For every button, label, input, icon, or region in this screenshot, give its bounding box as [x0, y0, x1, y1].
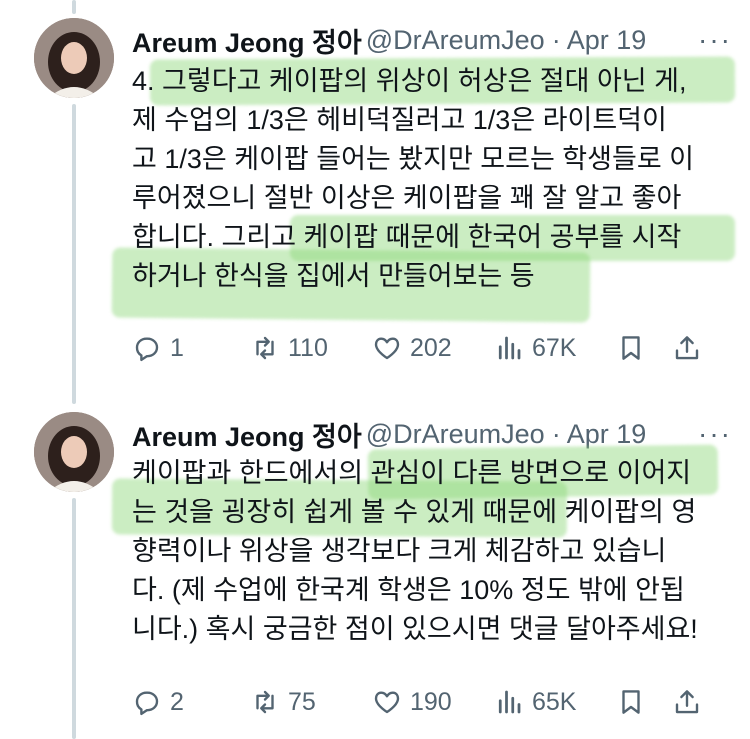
separator: · [551, 24, 561, 55]
separator: · [551, 418, 561, 449]
retweet-count: 75 [288, 687, 316, 716]
reply-icon [135, 337, 159, 362]
reply-button[interactable]: 2 [132, 687, 250, 717]
share-icon [675, 690, 699, 714]
avatar-photo-icon [34, 18, 114, 98]
tweet-line: 향력이나 위상을 생각보다 크게 체감하고 있습니 [132, 536, 667, 566]
bookmark-icon [622, 336, 640, 360]
avatar[interactable] [34, 18, 114, 98]
tweet-actions: 1 110 202 67K [132, 328, 722, 368]
like-icon [374, 337, 400, 360]
author-handle[interactable]: @DrAreumJeong [366, 419, 546, 450]
views-icon [498, 336, 521, 360]
bookmark-button[interactable] [616, 333, 672, 363]
reply-button[interactable]: 1 [132, 333, 250, 363]
share-button[interactable] [672, 333, 710, 363]
bookmark-button[interactable] [616, 687, 672, 717]
author-name[interactable]: Areum Jeong 정아 [132, 22, 362, 58]
retweet-count: 110 [288, 333, 328, 362]
like-count: 190 [410, 687, 452, 716]
tweet-line: 루어졌으니 절반 이상은 케이팝을 꽤 잘 알고 좋아 [132, 183, 682, 213]
tweet[interactable]: Areum Jeong 정아 @DrAreumJeong · Apr 19 ··… [0, 392, 750, 739]
tweet-line: 고 1/3은 케이팝 들어는 봤지만 모르는 학생들로 이 [132, 144, 695, 174]
views-count: 65K [532, 687, 577, 716]
views-icon [498, 690, 521, 714]
share-button[interactable] [672, 687, 710, 717]
avatar[interactable] [34, 412, 114, 492]
tweet-actions: 2 75 190 65K [132, 682, 722, 722]
like-button[interactable]: 190 [372, 687, 494, 717]
tweet[interactable]: Areum Jeong 정아 @DrAreumJeong · Apr 19 ··… [0, 0, 750, 390]
timestamp[interactable]: Apr 19 [567, 25, 647, 56]
avatar-photo-icon [34, 412, 114, 492]
author-name[interactable]: Areum Jeong 정아 [132, 416, 362, 452]
tweet-text: 케이팝과 한드에서의 관심이 다른 방면으로 이어지 는 것을 굉장히 쉽게 볼… [132, 454, 732, 649]
tweet-line: 는 것을 굉장히 쉽게 볼 수 있게 때문에 케이팝의 영 [132, 497, 697, 527]
tweet-line: 하거나 한식을 집에서 만들어보는 등 [132, 261, 535, 291]
retweet-icon [256, 336, 274, 360]
tweet-line: 합니다. 그리고 케이팝 때문에 한국어 공부를 시작 [132, 222, 682, 252]
like-count: 202 [410, 333, 452, 362]
like-icon [374, 691, 400, 714]
retweet-button[interactable]: 110 [250, 333, 372, 363]
tweet-header: Areum Jeong 정아 @DrAreumJeong · Apr 19 ··… [132, 416, 732, 452]
author-handle[interactable]: @DrAreumJeong [366, 25, 546, 56]
tweet-header: Areum Jeong 정아 @DrAreumJeong · Apr 19 ··… [132, 22, 732, 58]
reply-icon [135, 691, 159, 716]
tweet-line: 니다.) 혹시 궁금한 점이 있으시면 댓글 달아주세요! [132, 614, 698, 644]
tweet-line: 4. 그렇다고 케이팝의 위상이 허상은 절대 아닌 게, [132, 66, 687, 96]
like-button[interactable]: 202 [372, 333, 494, 363]
reply-count: 1 [170, 333, 184, 362]
tweet-line: 케이팝과 한드에서의 관심이 다른 방면으로 이어지 [132, 458, 692, 488]
tweet-text: 4. 그렇다고 케이팝의 위상이 허상은 절대 아닌 게, 제 수업의 1/3은… [132, 62, 732, 296]
timestamp[interactable]: Apr 19 [567, 419, 647, 450]
retweet-button[interactable]: 75 [250, 687, 372, 717]
bookmark-icon [622, 690, 640, 714]
tweet-line: 제 수업의 1/3은 헤비덕질러고 1/3은 라이트덕이 [132, 105, 667, 135]
tweet-line: 다. (제 수업에 한국계 학생은 10% 정도 밖에 안됩 [132, 575, 685, 605]
more-options-icon[interactable]: ··· [684, 418, 732, 450]
views-button[interactable]: 65K [494, 687, 616, 717]
reply-count: 2 [170, 687, 184, 716]
views-count: 67K [532, 333, 577, 362]
share-icon [675, 336, 699, 360]
more-options-icon[interactable]: ··· [684, 24, 732, 56]
views-button[interactable]: 67K [494, 333, 616, 363]
retweet-icon [256, 690, 274, 714]
